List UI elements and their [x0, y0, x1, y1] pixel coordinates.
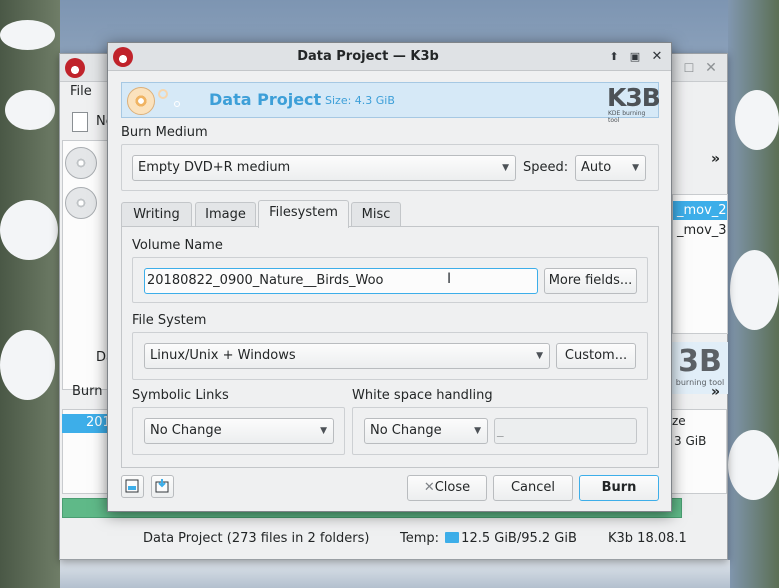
file-system-select[interactable]: Linux/Unix + Windows — [144, 343, 550, 369]
k3b-banner-logo: K3B — [607, 83, 661, 112]
list-item[interactable]: _mov_3 — [673, 221, 727, 240]
project-banner: Data Project Size: 4.3 GiB K3B KDE burni… — [121, 82, 661, 124]
maximize-icon[interactable]: ☐ — [682, 61, 696, 75]
burn-tab-label[interactable]: Burn — [72, 384, 103, 399]
close-x-icon: ✕ — [423, 480, 435, 495]
disc-icon — [65, 187, 97, 219]
file-system-label: File System — [132, 313, 207, 328]
status-bar: Data Project (273 files in 2 folders) Te… — [60, 526, 727, 554]
tab-writing[interactable]: Writing — [121, 202, 192, 227]
chevron-down-icon — [536, 344, 543, 368]
status-version: K3b 18.08.1 — [608, 531, 687, 546]
burn-dialog: Data Project — K3b ⬆ ▣ ✕ Data Project Si… — [107, 42, 672, 512]
volume-name-field[interactable]: 20180822_0900_Nature__Birds_Woo — [144, 268, 538, 294]
status-temp: Temp: 12.5 GiB/95.2 GiB — [400, 531, 577, 546]
close-button[interactable]: ✕Close — [407, 475, 487, 501]
tab-misc[interactable]: Misc — [351, 202, 401, 227]
symbolic-links-select[interactable]: No Change — [144, 418, 334, 444]
banner-size: Size: 4.3 GiB — [325, 94, 395, 107]
size-column-value: 3 GiB — [674, 434, 707, 448]
save-settings-icon — [125, 479, 139, 493]
whitespace-replace-field[interactable]: _ — [494, 418, 637, 444]
close-icon[interactable]: ✕ — [704, 61, 718, 75]
burn-medium-label: Burn Medium — [121, 125, 208, 140]
tab-misc-label: Misc — [361, 207, 391, 222]
toolbar-overflow-chevron[interactable]: » — [711, 151, 720, 167]
tab-image-label: Image — [205, 207, 246, 222]
symbolic-links-label: Symbolic Links — [132, 388, 229, 403]
chevron-down-icon — [320, 419, 327, 443]
disc-icon — [65, 147, 97, 179]
close-button-label: Close — [434, 480, 471, 495]
menu-file[interactable]: File — [70, 84, 92, 99]
save-defaults-button[interactable] — [121, 475, 144, 498]
cancel-button[interactable]: Cancel — [493, 475, 573, 501]
load-settings-icon — [155, 479, 169, 493]
volume-name-value: 20180822_0900_Nature__Birds_Woo — [147, 273, 384, 288]
size-column-header[interactable]: ze — [672, 414, 686, 428]
more-fields-button[interactable]: More fields... — [544, 268, 637, 294]
custom-button[interactable]: Custom... — [556, 343, 636, 369]
speed-value: Auto — [581, 160, 612, 175]
project-tree-row[interactable]: 201 — [62, 414, 111, 433]
tab-filesystem[interactable]: Filesystem — [258, 200, 349, 228]
volume-name-label: Volume Name — [132, 238, 223, 253]
status-temp-value: 12.5 GiB/95.2 GiB — [461, 531, 577, 546]
symbolic-links-value: No Change — [150, 423, 222, 438]
folder-icon — [445, 532, 460, 543]
close-icon[interactable]: ✕ — [649, 49, 665, 65]
burn-overflow-chevron[interactable]: » — [711, 384, 720, 400]
dialog-title: Data Project — K3b — [297, 49, 439, 64]
status-project: Data Project (273 files in 2 folders) — [143, 531, 370, 546]
data-disc-icon — [127, 87, 155, 115]
disc-decoration — [174, 101, 180, 107]
burn-medium-value: Empty DVD+R medium — [138, 160, 291, 175]
disc-decoration — [158, 89, 168, 99]
load-defaults-button[interactable] — [151, 475, 174, 498]
burn-button[interactable]: Burn — [579, 475, 659, 501]
chevron-down-icon — [632, 156, 639, 180]
whitespace-replace-placeholder: _ — [497, 423, 504, 438]
burn-medium-select[interactable]: Empty DVD+R medium — [132, 155, 516, 181]
tab-filesystem-label: Filesystem — [269, 205, 338, 220]
k3b-banner-logo-subtitle: KDE burning tool — [608, 110, 646, 124]
whitespace-label: White space handling — [352, 388, 493, 403]
dialog-titlebar: Data Project — K3b ⬆ ▣ ✕ — [108, 43, 671, 71]
maximize-icon[interactable]: ▣ — [627, 49, 643, 65]
text-cursor-icon: I — [447, 271, 452, 287]
k3b-logo-icon — [65, 58, 85, 78]
file-view-panel: _mov_2 _mov_3 — [672, 194, 728, 334]
keep-above-icon[interactable]: ⬆ — [606, 49, 622, 65]
banner-title: Data Project — [209, 90, 322, 109]
whitespace-select[interactable]: No Change — [364, 418, 488, 444]
chevron-down-icon — [502, 156, 509, 180]
file-system-value: Linux/Unix + Windows — [150, 348, 296, 363]
speed-label: Speed: — [523, 160, 569, 175]
chevron-down-icon — [474, 419, 481, 443]
tab-image[interactable]: Image — [195, 202, 256, 227]
speed-select[interactable]: Auto — [575, 155, 646, 181]
tab-writing-label: Writing — [133, 207, 180, 222]
new-document-icon[interactable] — [72, 112, 88, 132]
status-temp-label: Temp: — [400, 531, 440, 546]
list-item[interactable]: _mov_2 — [673, 201, 727, 220]
whitespace-value: No Change — [370, 423, 442, 438]
